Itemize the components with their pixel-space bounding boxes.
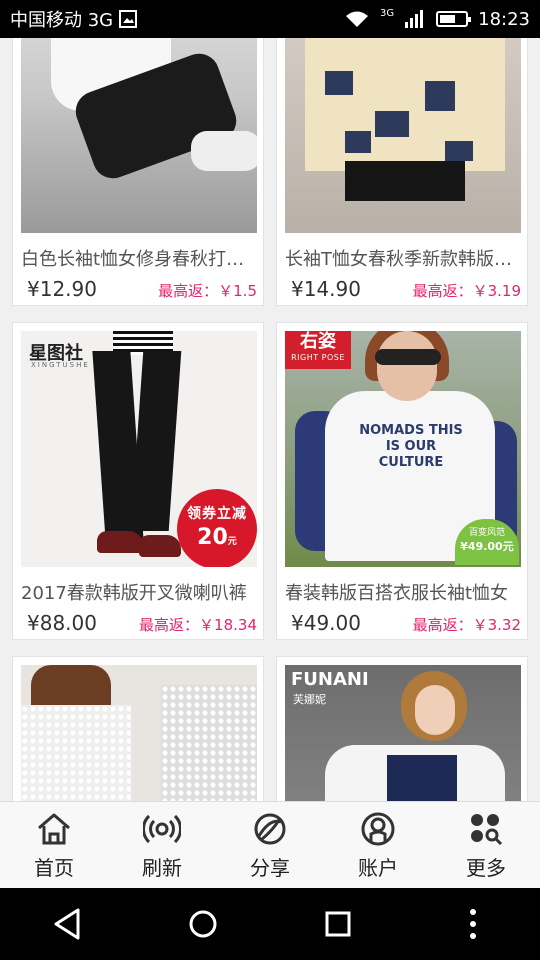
product-rebate: 最高返：￥1.5 [158, 282, 257, 300]
product-title[interactable]: 长袖T恤女春秋季新款韩版印花 [285, 245, 521, 271]
price-badge-text: 百变风范 [468, 528, 505, 538]
status-bar: 中国移动 3G 3G 18:23 [0, 0, 540, 38]
refresh-icon [143, 814, 181, 843]
product-rebate: 最高返：￥18.34 [139, 616, 257, 634]
network-type-text: 3G [380, 7, 395, 19]
account-icon [361, 812, 395, 845]
tab-refresh[interactable]: 刷新 [108, 802, 216, 888]
image-notification-icon [119, 10, 138, 28]
wifi-icon [346, 11, 368, 27]
product-image[interactable]: 星图社 XINGTUSHE 领券立减 20元 [21, 331, 257, 567]
coupon-unit: 元 [227, 537, 237, 547]
battery-icon [436, 11, 472, 27]
brand-name-en: RIGHT POSE [291, 353, 345, 362]
product-grid[interactable]: 白色长袖t恤女修身春秋打底衫 ¥12.90 最高返：￥1.5 长袖T恤女春秋季新… [0, 38, 540, 801]
brand-logo-sub: XINGTUSHE [31, 361, 90, 369]
brand-name-cn: 芙娜妮 [293, 693, 326, 706]
brand-logo: 右姿 RIGHT POSE [285, 331, 351, 369]
coupon-amount: 20 [197, 525, 228, 550]
product-title[interactable]: 春装韩版百搭衣服长袖t恤女 [285, 579, 521, 605]
tab-account[interactable]: 账户 [324, 802, 432, 888]
menu-dots-icon[interactable] [453, 904, 493, 944]
price-badge: 百变风范 ¥49.00元 [455, 519, 519, 565]
product-rebate: 最高返：￥3.32 [412, 616, 521, 634]
product-title[interactable]: 白色长袖t恤女修身春秋打底衫 [21, 245, 257, 271]
tab-share-label: 分享 [250, 855, 290, 880]
product-price: ¥88.00 [27, 611, 97, 635]
product-image[interactable]: FUNANI 芙娜妮 [285, 665, 521, 801]
share-icon [254, 813, 286, 844]
brand-name: 右姿 [300, 331, 336, 352]
product-card[interactable]: NOMADS THIS IS OUR CULTURE 右姿 RIGHT POSE… [276, 322, 528, 640]
tab-share[interactable]: 分享 [216, 802, 324, 888]
back-icon[interactable] [48, 904, 88, 944]
carrier-text: 中国移动 3G [10, 10, 114, 31]
product-price: ¥14.90 [291, 277, 361, 301]
tab-more[interactable]: 更多 [432, 802, 540, 888]
more-icon [471, 813, 503, 845]
tab-refresh-label: 刷新 [142, 855, 182, 880]
product-rebate: 最高返：￥3.19 [412, 282, 521, 300]
product-image[interactable] [21, 665, 257, 801]
coupon-badge-text: 领券立减 [187, 506, 247, 522]
tab-home[interactable]: 首页 [0, 802, 108, 888]
product-card[interactable] [12, 656, 264, 801]
product-card[interactable]: 白色长袖t恤女修身春秋打底衫 ¥12.90 最高返：￥1.5 [12, 38, 264, 306]
product-card[interactable]: 星图社 XINGTUSHE 领券立减 20元 2017春款韩版开叉微喇叭裤 ¥8… [12, 322, 264, 640]
product-image[interactable]: NOMADS THIS IS OUR CULTURE 右姿 RIGHT POSE… [285, 331, 521, 567]
recents-icon[interactable] [318, 904, 358, 944]
product-title[interactable]: 2017春款韩版开叉微喇叭裤 [21, 579, 257, 605]
product-price: ¥12.90 [27, 277, 97, 301]
product-image[interactable] [285, 38, 521, 233]
product-card[interactable]: 长袖T恤女春秋季新款韩版印花 ¥14.90 最高返：￥3.19 [276, 38, 528, 306]
shirt-print-text: NOMADS THIS IS OUR CULTURE [359, 423, 463, 470]
tab-more-label: 更多 [466, 855, 506, 880]
product-price: ¥49.00 [291, 611, 361, 635]
brand-name: FUNANI [291, 669, 369, 690]
home-nav-icon[interactable] [183, 904, 223, 944]
clock-time: 18:23 [478, 8, 530, 30]
product-card[interactable]: FUNANI 芙娜妮 [276, 656, 528, 801]
home-icon [38, 813, 70, 844]
product-image[interactable] [21, 38, 257, 233]
coupon-badge: 领券立减 20元 [177, 489, 257, 567]
signal-icon [405, 10, 424, 28]
price-badge-price: ¥49.00元 [460, 540, 514, 553]
tab-home-label: 首页 [34, 855, 74, 880]
system-nav-bar [0, 888, 540, 960]
bottom-tab-bar: 首页 刷新 分享 账户 更多 [0, 801, 540, 888]
tab-account-label: 账户 [358, 855, 398, 880]
